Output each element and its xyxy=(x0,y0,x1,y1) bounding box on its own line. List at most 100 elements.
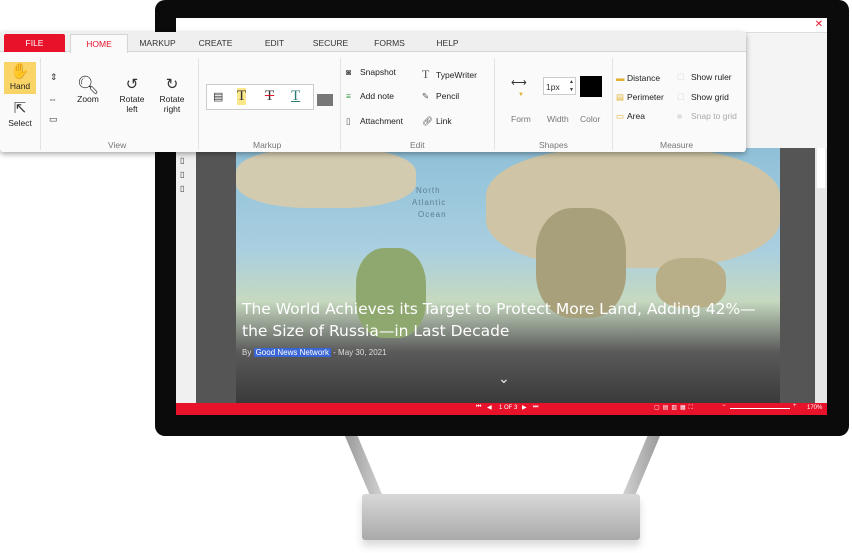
attachment-label: Attachment xyxy=(360,116,403,126)
perimeter-label: Perimeter xyxy=(627,92,664,102)
page-indicator[interactable]: 1 OF 3 xyxy=(499,405,517,411)
byline: By Good News Network - May 30, 2021 xyxy=(242,348,387,357)
rotate-right-icon: ↻ xyxy=(165,76,179,93)
pencil-button[interactable]: ✎ Pencil xyxy=(422,91,459,102)
rotate-right-button[interactable]: ↻ Rotate right xyxy=(154,76,190,114)
checkbox-icon: ☐ xyxy=(677,72,685,82)
view-mode-icons[interactable]: ▢▤▥▦⛶ xyxy=(654,404,696,412)
app-title-bar: ✕ xyxy=(176,18,827,33)
group-label-markup: Markup xyxy=(253,140,282,150)
fit-width-icon[interactable]: ⇔ xyxy=(48,94,57,104)
hand-label: Hand xyxy=(9,81,31,91)
markup-tools: ▤ T T T xyxy=(206,84,314,110)
select-button[interactable]: ⇱ Select xyxy=(4,100,36,128)
close-icon[interactable]: ✕ xyxy=(815,19,823,30)
monitor-base xyxy=(362,494,640,540)
show-grid-label: Show grid xyxy=(691,92,729,102)
add-note-label: Add note xyxy=(360,91,395,101)
typewriter-label: TypeWriter xyxy=(436,70,477,80)
form-label: Form xyxy=(511,114,531,124)
snap-to-grid-label: Snap to grid xyxy=(691,111,737,121)
bookmark-icon[interactable]: ▯ xyxy=(180,156,184,165)
shape-form-dropdown-icon[interactable]: ▼ xyxy=(518,92,524,98)
text-note-icon[interactable]: ▤ xyxy=(213,90,223,103)
markup-color-swatch[interactable] xyxy=(317,94,333,106)
article-date: - May 30, 2021 xyxy=(333,348,387,357)
checkbox-icon: ☐ xyxy=(677,92,685,102)
zoom-out-icon[interactable]: − xyxy=(722,403,726,409)
link-label: Link xyxy=(436,116,452,126)
area-icon: ▭ xyxy=(616,111,625,121)
show-ruler-checkbox[interactable]: ☐ Show ruler xyxy=(677,72,732,83)
monitor-stand xyxy=(345,436,660,496)
shape-form-icon[interactable]: ⟷ xyxy=(511,76,527,89)
map-label: Ocean xyxy=(418,210,447,219)
attachment-icon: ▯ xyxy=(346,116,351,126)
zoom-label: Zoom xyxy=(77,94,99,104)
hand-button[interactable]: ✋ Hand xyxy=(4,62,36,94)
chevron-down-icon[interactable]: ⌄ xyxy=(498,370,510,387)
tab-forms[interactable]: FORMS xyxy=(367,34,412,52)
pencil-label: Pencil xyxy=(436,91,460,101)
last-page-icon[interactable]: ⏭ xyxy=(533,404,538,411)
tab-edit[interactable]: EDIT xyxy=(252,34,297,52)
snap-to-grid-checkbox[interactable]: ■ Snap to grid xyxy=(677,111,737,121)
zoom-slider[interactable] xyxy=(730,408,790,409)
next-page-icon[interactable]: ▶ xyxy=(522,404,527,411)
zoom-icon: 🔍︎ xyxy=(76,75,100,95)
status-bar: ⏮ ◀ 1 OF 3 ▶ ⏭ ▢▤▥▦⛶ − + 170% xyxy=(176,403,827,415)
camera-icon: ◙ xyxy=(346,67,352,77)
group-label-view: View xyxy=(108,140,127,150)
group-label-measure: Measure xyxy=(660,140,694,150)
underline-icon[interactable]: T xyxy=(291,88,300,105)
pencil-icon: ✎ xyxy=(422,91,430,101)
ruler-icon: ▬ xyxy=(616,73,625,83)
tab-help[interactable]: HELP xyxy=(425,34,470,52)
link-icon: 🔗︎ xyxy=(422,116,433,126)
prev-page-icon[interactable]: ◀ xyxy=(487,404,492,411)
zoom-button[interactable]: 🔍︎ Zoom xyxy=(70,76,106,104)
checkbox-icon: ■ xyxy=(677,111,683,121)
actual-size-icon[interactable]: ▭ xyxy=(49,114,58,125)
width-input[interactable]: 1px ▲ ▼ xyxy=(543,77,576,95)
tab-create[interactable]: CREATE xyxy=(193,34,238,52)
distance-button[interactable]: ▬ Distance xyxy=(616,73,660,83)
tab-file[interactable]: FILE xyxy=(4,34,65,52)
area-button[interactable]: ▭ Area xyxy=(616,111,645,122)
strikethrough-icon[interactable]: T xyxy=(265,88,274,105)
first-page-icon[interactable]: ⏮ xyxy=(476,404,481,411)
attachment-button[interactable]: ▯ Attachment xyxy=(346,116,403,127)
map-label: Atlantic xyxy=(412,198,447,207)
typewriter-button[interactable]: T TypeWriter xyxy=(422,67,477,82)
tab-secure[interactable]: SECURE xyxy=(308,34,353,52)
hand-icon: ✋ xyxy=(10,63,30,80)
add-note-button[interactable]: ≡ Add note xyxy=(346,91,394,101)
tab-home[interactable]: HOME xyxy=(70,34,128,53)
document-view[interactable]: North Atlantic Ocean The World Achieves … xyxy=(196,148,815,403)
group-label-edit: Edit xyxy=(410,140,425,150)
snapshot-label: Snapshot xyxy=(360,67,396,77)
rotate-right-label: Rotate right xyxy=(159,94,185,114)
zoom-in-icon[interactable]: + xyxy=(793,403,797,409)
distance-label: Distance xyxy=(627,73,661,83)
rotate-left-button[interactable]: ↺ Rotate left xyxy=(114,76,150,114)
rotate-left-label: Rotate left xyxy=(119,94,145,114)
select-label: Select xyxy=(8,118,32,128)
left-panel: ▯ ▯ ▯ xyxy=(176,148,196,403)
pages-icon[interactable]: ▯ xyxy=(180,170,184,179)
perimeter-button[interactable]: ▤ Perimeter xyxy=(616,92,664,103)
shape-color-swatch[interactable] xyxy=(580,76,602,97)
map-label: North xyxy=(416,186,441,195)
attachment-panel-icon[interactable]: ▯ xyxy=(180,184,184,193)
width-label: Width xyxy=(547,114,569,124)
source-link[interactable]: Good News Network xyxy=(253,348,331,357)
vertical-scrollbar[interactable] xyxy=(815,148,827,403)
show-grid-checkbox[interactable]: ☐ Show grid xyxy=(677,92,729,103)
link-button[interactable]: 🔗︎ Link xyxy=(422,116,452,127)
tab-markup[interactable]: MARKUP xyxy=(135,34,180,52)
highlight-icon[interactable]: T xyxy=(237,88,247,105)
document-page: North Atlantic Ocean The World Achieves … xyxy=(236,148,780,403)
color-label: Color xyxy=(580,114,601,124)
snapshot-button[interactable]: ◙ Snapshot xyxy=(346,67,396,77)
fit-height-icon[interactable]: ⇕ xyxy=(50,72,58,83)
